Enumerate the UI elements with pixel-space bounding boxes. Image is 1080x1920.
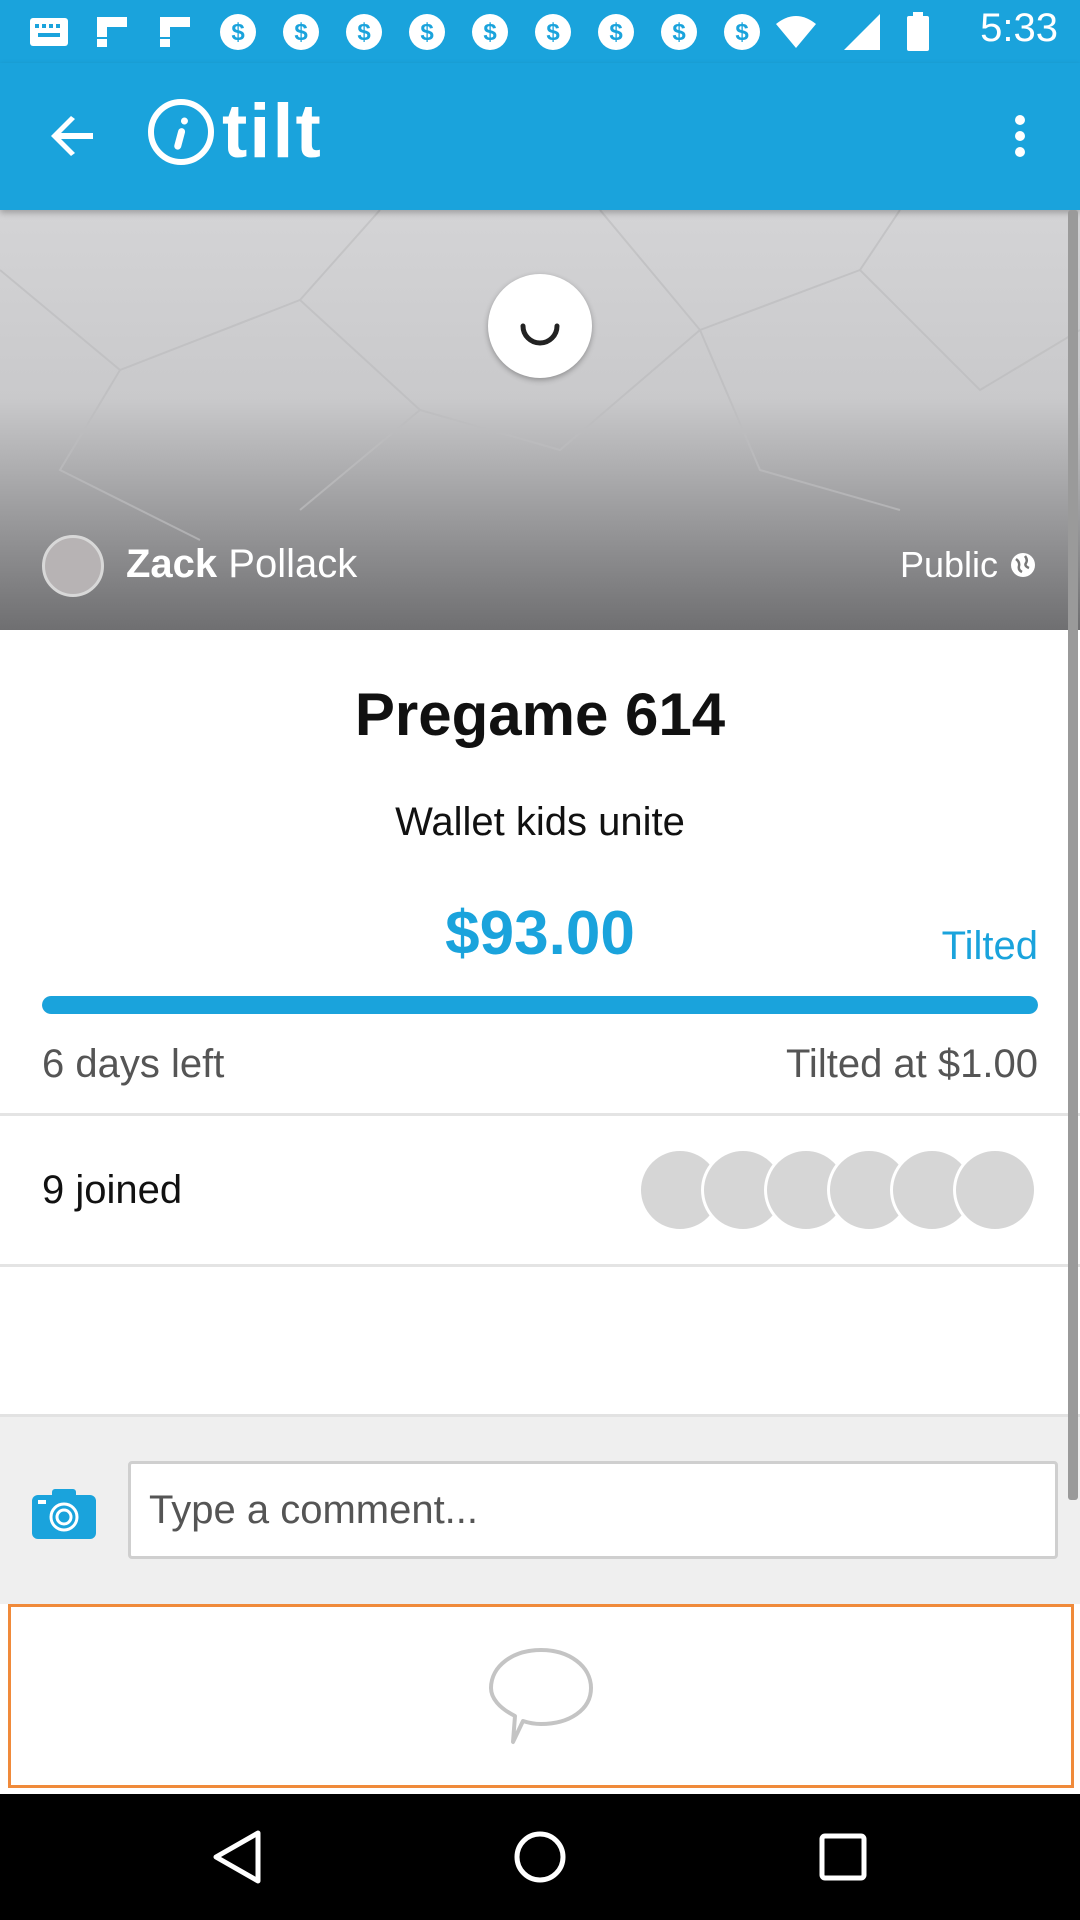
flipboard-icon	[91, 11, 133, 53]
divider	[0, 1264, 1080, 1267]
flipboard-icon	[154, 11, 196, 53]
nav-recents-icon	[819, 1833, 867, 1881]
battery-icon	[906, 12, 930, 57]
nav-recents-button[interactable]	[808, 1822, 878, 1892]
dollar-icon: $	[406, 11, 448, 53]
wifi-icon	[774, 14, 818, 55]
days-left: 6 days left	[42, 1042, 225, 1086]
chat-bubble-icon	[489, 1648, 593, 1744]
dollar-icon: $	[280, 11, 322, 53]
notification-icon	[28, 11, 70, 53]
nav-home-icon	[514, 1831, 566, 1883]
owner-avatar[interactable]	[42, 535, 104, 597]
arrow-back-icon	[51, 116, 93, 156]
globe-icon	[1011, 553, 1035, 577]
dollar-icon: $	[532, 11, 574, 53]
dollar-icon: $	[469, 11, 511, 53]
comment-bar	[0, 1414, 1080, 1604]
signal-icon	[842, 12, 882, 57]
notification-icons: $ $ $ $ $ $ $ $ $	[28, 10, 763, 54]
overflow-menu-button[interactable]	[990, 103, 1050, 169]
dollar-icon: $	[343, 11, 385, 53]
progress-fill	[42, 996, 1038, 1014]
svg-text:$: $	[420, 19, 434, 46]
campaign-description: Wallet kids unite	[395, 800, 685, 844]
nav-back-button[interactable]	[202, 1822, 272, 1892]
campaign-banner: Zack Pollack Public	[0, 210, 1080, 630]
loading-spinner	[488, 274, 592, 378]
divider	[0, 1113, 1080, 1116]
joined-count[interactable]: 9 joined	[42, 1168, 182, 1213]
svg-text:$: $	[735, 19, 749, 46]
comments-list[interactable]	[8, 1604, 1074, 1788]
back-button[interactable]	[40, 103, 106, 169]
more-vert-icon	[1015, 115, 1025, 157]
dollar-icon: $	[721, 11, 763, 53]
nav-back-icon	[213, 1830, 261, 1884]
comment-input[interactable]	[128, 1461, 1058, 1559]
svg-text:$: $	[546, 19, 560, 46]
privacy-label: Public	[900, 544, 1036, 586]
owner-last-name: Pollack	[228, 542, 358, 586]
navigation-bar	[0, 1794, 1080, 1920]
tilt-logo-icon	[148, 99, 214, 165]
owner-name[interactable]: Zack Pollack	[126, 542, 357, 587]
privacy-text: Public	[899, 544, 998, 585]
amount-raised: $93.00	[445, 899, 635, 968]
logo-text: tilt	[222, 89, 323, 174]
camera-button[interactable]	[32, 1487, 96, 1539]
dollar-icon: $	[658, 11, 700, 53]
svg-text:$: $	[483, 19, 497, 46]
member-avatars[interactable]	[638, 1148, 1038, 1232]
owner-first-name: Zack	[126, 542, 218, 586]
nav-home-button[interactable]	[505, 1822, 575, 1892]
campaign-title: Pregame 614	[354, 681, 726, 748]
app-bar: tilt	[0, 63, 1080, 210]
svg-text:$: $	[357, 19, 371, 46]
svg-text:$: $	[672, 19, 686, 46]
dollar-icon: $	[217, 11, 259, 53]
tilted-status: Tilted	[941, 924, 1038, 968]
dollar-icon: $	[595, 11, 637, 53]
status-bar: $ $ $ $ $ $ $ $ $ 5:33	[0, 0, 1080, 63]
progress-bar	[42, 996, 1038, 1014]
system-status-icons	[774, 12, 930, 57]
clock: 5:33	[980, 6, 1058, 50]
svg-text:$: $	[231, 19, 245, 46]
svg-text:$: $	[609, 19, 623, 46]
member-avatar[interactable]	[953, 1148, 1037, 1232]
svg-text:$: $	[294, 19, 308, 46]
scrollbar[interactable]	[1068, 210, 1078, 1500]
tilt-threshold: Tilted at $1.00	[785, 1042, 1038, 1086]
tilt-logo: tilt	[148, 89, 323, 174]
camera-icon	[32, 1489, 96, 1539]
